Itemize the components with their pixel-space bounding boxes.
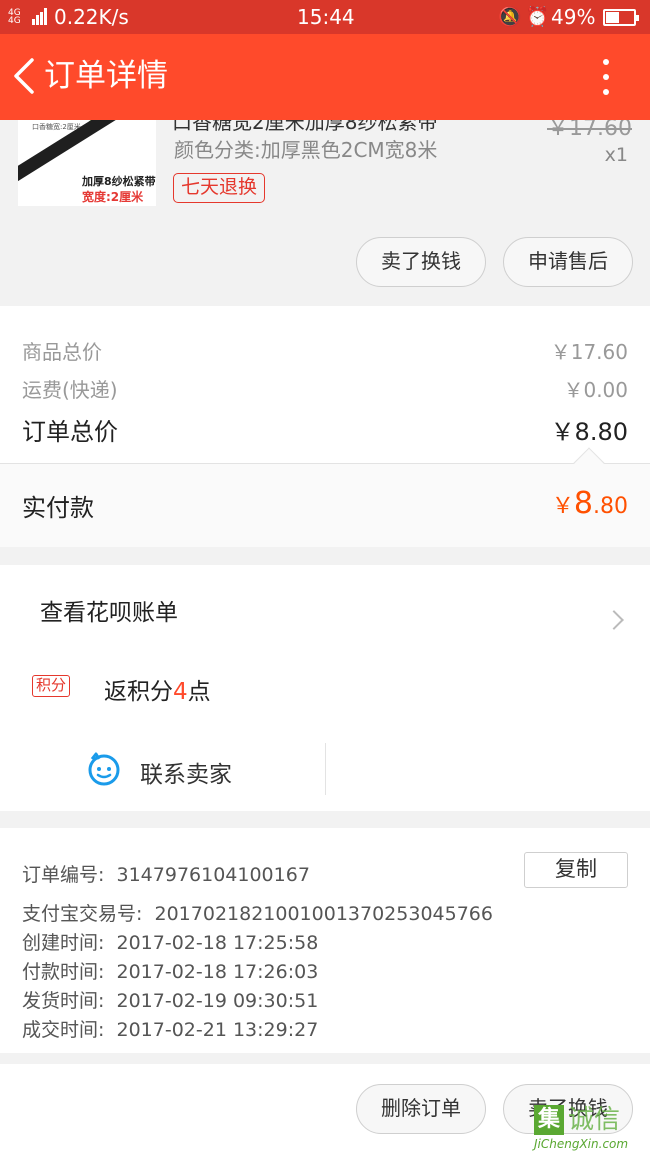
chevron-right-icon — [604, 610, 624, 630]
divider — [325, 743, 326, 795]
order-info: 订单编号: 3147976104100167 复制 支付宝交易号: 201702… — [0, 828, 650, 1053]
copy-button[interactable]: 复制 — [524, 852, 628, 888]
shipping-label: 运费(快递) — [22, 378, 118, 402]
shipped-time-row: 发货时间: 2017-02-19 09:30:51 — [22, 990, 319, 1012]
network-type: 4G 4G — [8, 8, 21, 26]
contact-seller-button[interactable]: 联系卖家 — [0, 745, 325, 795]
page-title: 订单详情 — [44, 58, 168, 94]
amount-paid-label: 实付款 — [22, 494, 94, 522]
order-total-value: ￥8.80 — [550, 418, 628, 446]
watermark-name: 诚信 — [568, 1105, 621, 1135]
seven-day-return-badge: 七天退换 — [173, 173, 266, 203]
paid-time-row: 付款时间: 2017-02-18 17:26:03 — [22, 961, 319, 983]
watermark-site: JiChengXin.com — [534, 1137, 629, 1151]
amount-paid-value: ￥8.80 — [551, 486, 628, 521]
product-image-label: 加厚8纱松紧带 — [82, 175, 156, 188]
contact-seller-label: 联系卖家 — [140, 762, 232, 788]
original-price: ￥17.60 — [547, 120, 632, 141]
goods-total-value: ￥17.60 — [550, 340, 628, 364]
order-total-label: 订单总价 — [22, 418, 118, 446]
product-image[interactable]: 口香糖宽:2厘米 加厚8纱松紧带 宽度:2厘米 — [18, 120, 156, 206]
watermark-logo: 集 诚信 JiChengXin.com — [534, 1105, 650, 1155]
order-number-row: 订单编号: 3147976104100167 — [22, 864, 310, 886]
clock: 15:44 — [297, 5, 355, 29]
product-sku: 颜色分类:加厚黑色2CM宽8米 — [174, 138, 438, 162]
chat-face-icon — [88, 752, 120, 786]
watermark-glyph: 集 — [534, 1105, 564, 1135]
product-section: 口香糖宽2厘米加厚8纱松紧带 口香糖宽:2厘米 加厚8纱松紧带 宽度:2厘米 颜… — [0, 120, 650, 306]
signal-icon — [32, 8, 48, 25]
more-menu-icon[interactable] — [598, 59, 614, 95]
shipping-value: ￥0.00 — [563, 378, 628, 402]
alipay-trade-row: 支付宝交易号: 2017021821001001370253045766 — [22, 903, 493, 925]
points-reward: 积分 返积分4点 — [0, 663, 650, 713]
battery-percent: 49% — [551, 5, 596, 29]
product-image-width: 宽度:2厘米 — [82, 190, 144, 204]
network-speed: 0.22K/s — [54, 5, 129, 29]
points-text: 返积分4点 — [104, 679, 211, 705]
battery-icon — [603, 9, 639, 26]
back-arrow-icon[interactable] — [12, 56, 42, 96]
huabei-bill-link[interactable]: 查看花呗账单 — [0, 579, 650, 639]
delete-order-button[interactable]: 删除订单 — [356, 1084, 486, 1134]
quantity: x1 — [604, 144, 628, 166]
status-bar: 4G 4G 0.22K/s 15:44 🔕⏰ 49% — [0, 0, 650, 34]
resell-button[interactable]: 卖了换钱 — [356, 237, 486, 287]
points-tag: 积分 — [32, 675, 71, 697]
mute-alarm-icons: 🔕⏰ — [498, 6, 554, 28]
goods-total-label: 商品总价 — [22, 340, 102, 364]
completed-time-row: 成交时间: 2017-02-21 13:29:27 — [22, 1019, 319, 1041]
price-summary: 商品总价 ￥17.60 运费(快递) ￥0.00 订单总价 ￥8.80 — [0, 306, 650, 463]
after-sales-button[interactable]: 申请售后 — [503, 237, 633, 287]
created-time-row: 创建时间: 2017-02-18 17:25:58 — [22, 932, 319, 954]
amount-paid-row: 实付款 ￥8.80 — [0, 463, 650, 547]
product-title[interactable]: 口香糖宽2厘米加厚8纱松紧带 — [172, 120, 437, 135]
huabei-bill-label: 查看花呗账单 — [40, 600, 178, 626]
app-header: 订单详情 — [0, 34, 650, 120]
order-actions: 查看花呗账单 积分 返积分4点 联系卖家 — [0, 565, 650, 811]
